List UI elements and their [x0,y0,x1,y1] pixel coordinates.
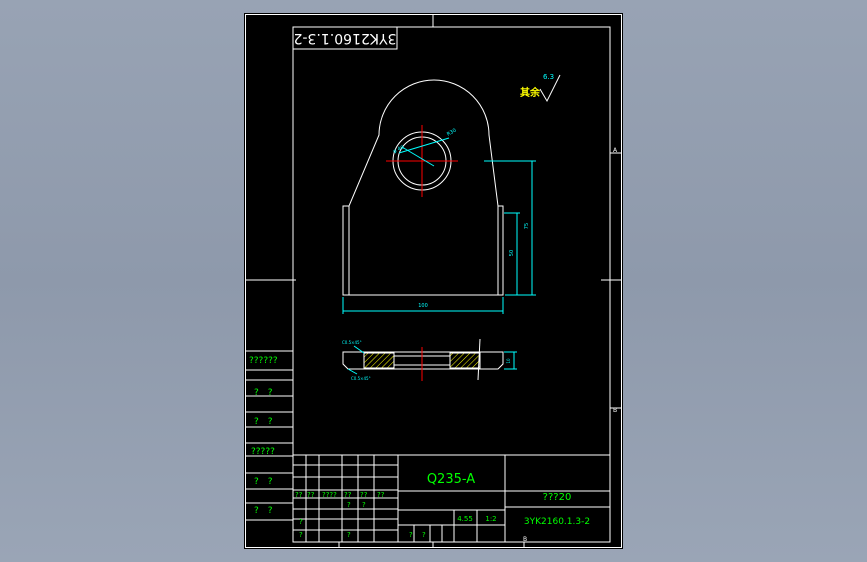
rotated-code: 3YK2160.1.3-2 [294,30,397,46]
small-cell-5: ? [347,531,351,539]
drawing-number: 3YK2160.1.3-2 [524,517,590,527]
side-row-6: ? ? [254,506,273,516]
small-cell-4: ? [299,531,303,539]
side-table [246,350,293,521]
surface-finish-label: 其余 [520,86,541,99]
side-row-1: ?????? [249,356,278,366]
small-cell-7: ? [422,531,426,539]
small-cell-3: ? [299,518,303,526]
header-cell-2: ?? [307,491,315,499]
part-name: ???20 [543,492,572,503]
scale-value: 1:2 [485,515,496,523]
dim-chamfer-top: C0.5×45° [342,340,362,345]
dim-thickness: 10 [506,358,511,364]
front-view [342,79,504,296]
dim-radius: R30 [446,128,458,138]
header-cell-6: ?? [377,491,385,499]
dim-width: 100 [418,303,428,309]
small-cell-6: ? [409,531,413,539]
side-row-2: ? ? [254,388,273,398]
header-cell-1: ?? [295,491,303,499]
cad-drawing: 3YK2160.1.3-2 其余 6.3 φ 40 R30 100 75 50 [245,14,622,548]
header-cell-4: ?? [344,491,352,499]
header-cell-5: ?? [360,491,368,499]
small-cell-2: ? [362,501,366,509]
dim-bore: φ 40 [392,145,405,155]
header-cell-3: ???? [322,491,337,499]
outer-frame [245,14,622,548]
section-view [342,338,504,381]
surface-finish-value: 6.3 [543,73,554,81]
section-hatch-right [449,352,481,369]
zone-letter-b: B [613,407,617,414]
weight-value: 4.55 [457,515,473,523]
dim-chamfer-bottom: C0.5×45° [351,376,371,381]
drawing-sheet: 3YK2160.1.3-2 其余 6.3 φ 40 R30 100 75 50 [244,13,623,549]
section-hatch-left [363,352,395,369]
side-row-5: ? ? [254,477,273,487]
small-cell-1: ? [347,501,351,509]
side-row-4: ????? [251,447,275,457]
material-label: Q235-A [427,472,475,487]
dim-height-side: 50 [509,250,515,256]
dim-height-overall: 75 [524,223,530,229]
side-row-3: ? ? [254,417,273,427]
